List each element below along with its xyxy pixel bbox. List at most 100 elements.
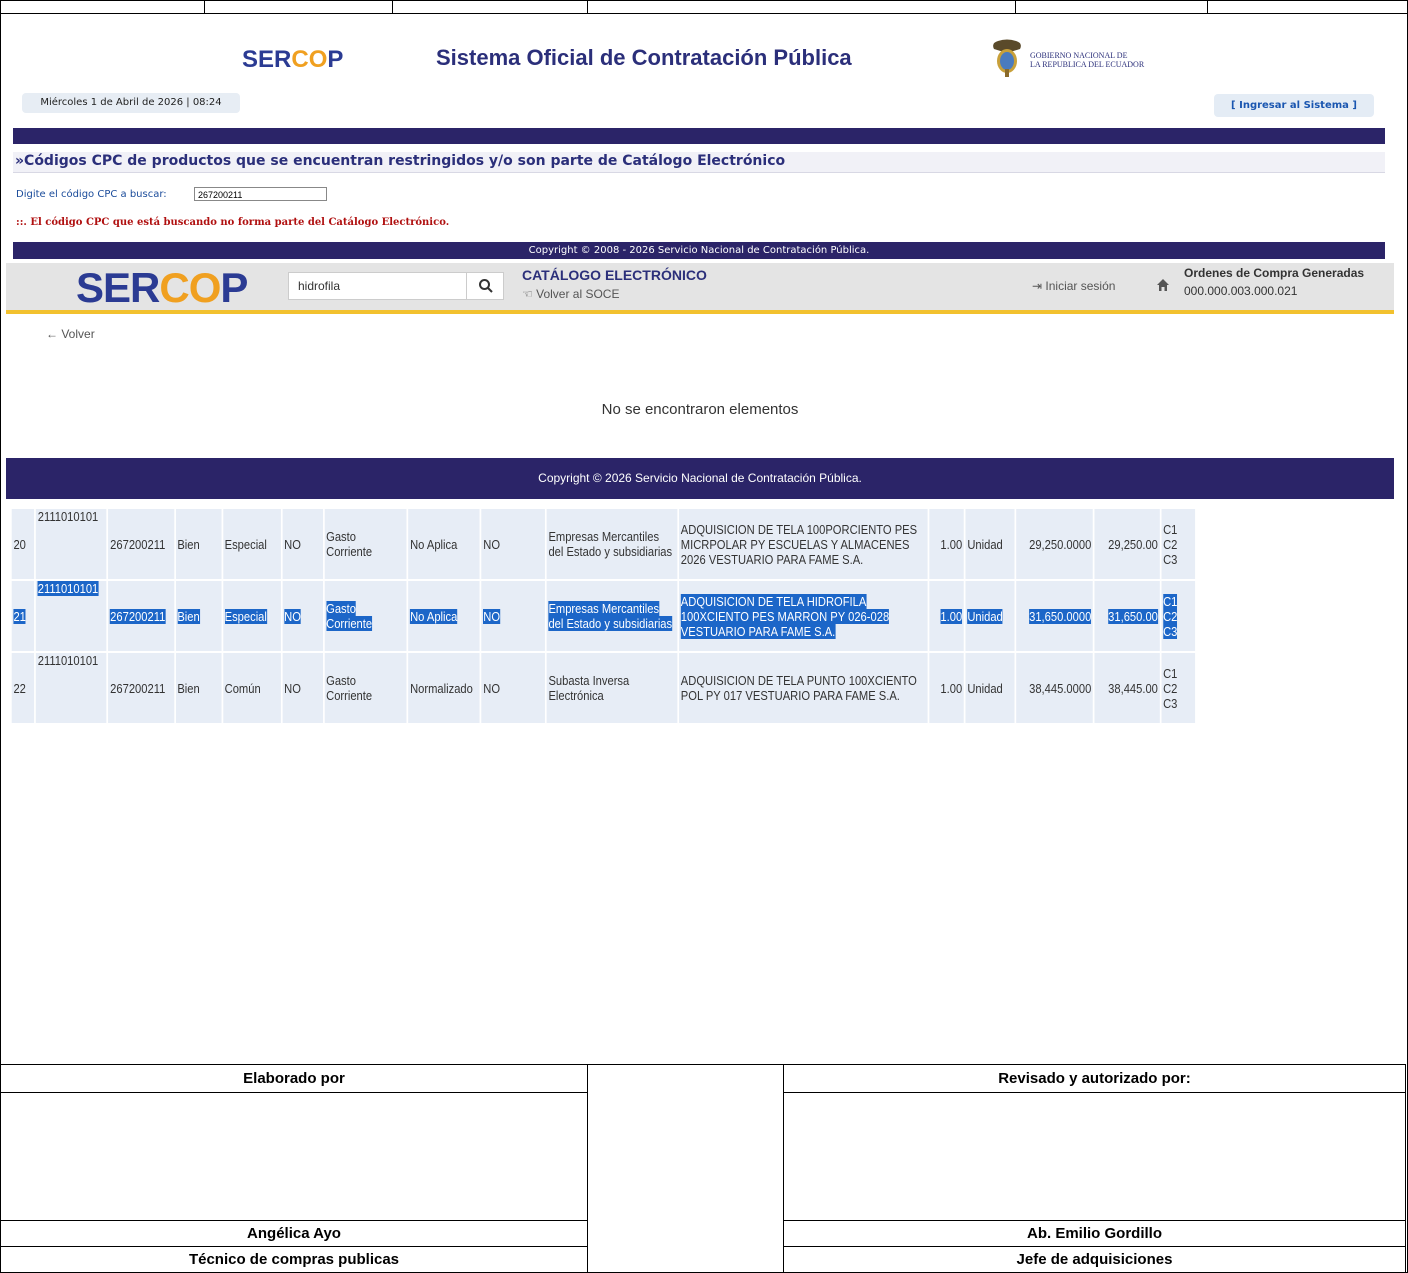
government-line: GOBIERNO NACIONAL DE xyxy=(1030,51,1128,60)
cell-pu: 31,650.0000 xyxy=(1015,581,1094,651)
cell-text: 2111010101 xyxy=(37,653,99,668)
hand-icon: ☜ xyxy=(522,287,533,301)
cell-text: Común xyxy=(224,680,261,696)
approved-role: Jefe de adquisiciones xyxy=(783,1246,1406,1273)
cell-reg: Común xyxy=(222,653,281,723)
cell-proc: Empresas Mercantiles del Estado y subsid… xyxy=(546,581,678,651)
cell-cpc: 267200211 xyxy=(108,509,174,579)
table-cutoff xyxy=(10,728,1390,736)
cell-norm: No Aplica xyxy=(408,509,480,579)
cell-text: Bien xyxy=(177,608,200,624)
cell-text: Especial xyxy=(224,536,267,552)
catalog-footer: Copyright © 2026 Servicio Nacional de Co… xyxy=(6,458,1394,499)
cell-text: 38,445.0000 xyxy=(1029,680,1092,696)
cell-gasto: Gasto Corriente xyxy=(324,509,407,579)
cpc-search-input[interactable]: 267200211 xyxy=(194,187,327,201)
cell-pu: 29,250.0000 xyxy=(1015,509,1094,579)
cell-text: C1 C2 C3 xyxy=(1163,593,1178,639)
logo-part: SER xyxy=(76,264,160,311)
cell-f1: NO xyxy=(282,581,323,651)
cell-f2: NO xyxy=(481,581,546,651)
cell-text: NO xyxy=(483,680,501,696)
government-label: GOBIERNO NACIONAL DE LA REPUBLICA DEL ECU… xyxy=(1030,51,1144,69)
logo-part: CO xyxy=(291,46,328,73)
current-date: Miércoles 1 de Abril de 2026 | 08:24 xyxy=(22,93,240,113)
cell-text: Gasto Corriente xyxy=(326,601,373,631)
cell-c: C1 C2 C3 xyxy=(1161,509,1196,579)
cell-text: Subasta Inversa Electrónica xyxy=(548,673,630,703)
government-line: LA REPUBLICA DEL ECUADOR xyxy=(1030,60,1145,69)
cell-text: Normalizado xyxy=(410,680,473,696)
cell-text: 31,650.00 xyxy=(1108,608,1158,624)
cell-text: C1 C2 C3 xyxy=(1163,521,1178,567)
cell-desc: ADQUISICION DE TELA HIDROFILA 100XCIENTO… xyxy=(679,581,928,651)
cell-f1: NO xyxy=(282,653,323,723)
table-row[interactable]: 22 2111010101 267200211 Bien Común NO Gasto Co… xyxy=(11,653,1196,723)
cell-f1: NO xyxy=(282,509,323,579)
orders-title: Ordenes de Compra Generadas xyxy=(1184,266,1365,280)
cell-desc: ADQUISICION DE TELA 100PORCIENTO PES MIC… xyxy=(679,509,928,579)
cell-text: 38,445.00 xyxy=(1108,680,1158,696)
cell-text: 1.00 xyxy=(940,680,963,696)
cell-text: Bien xyxy=(177,680,200,696)
table-row[interactable]: 20 2111010101 267200211 Bien Especial NO Gasto… xyxy=(11,509,1196,579)
catalog-title: CATÁLOGO ELECTRÓNICO xyxy=(522,267,707,283)
cpc-result-message: ::. El código CPC que está buscando no f… xyxy=(16,217,450,228)
cell-total: 31,650.00 xyxy=(1094,581,1160,651)
sign-in-icon: ⇥ xyxy=(1032,279,1043,293)
page-title: Sistema Oficial de Contratación Pública xyxy=(436,45,852,70)
cell-f2: NO xyxy=(481,509,546,579)
cell-text: ADQUISICION DE TELA 100PORCIENTO PES MIC… xyxy=(680,521,918,567)
back-label: Volver xyxy=(61,327,95,341)
cell-n: 21 xyxy=(11,581,35,651)
cell-reg: Especial xyxy=(222,581,281,651)
approved-by-header: Revisado y autorizado por: xyxy=(783,1064,1406,1093)
cell-text: Especial xyxy=(224,608,267,624)
home-icon[interactable] xyxy=(1156,278,1170,292)
cell-text: Unidad xyxy=(967,608,1003,624)
cell-text: C1 C2 C3 xyxy=(1163,665,1178,711)
cell-text: 267200211 xyxy=(110,680,166,696)
empty-results-message: No se encontraron elementos xyxy=(601,401,799,418)
cell-text: Unidad xyxy=(967,680,1003,696)
cell-text: 21 xyxy=(13,608,26,624)
cell-cant: 1.00 xyxy=(929,581,964,651)
results-table: 20 2111010101 267200211 Bien Especial NO Gasto… xyxy=(10,507,1197,725)
logo-part: P xyxy=(220,264,248,311)
prepared-by-header: Elaborado por xyxy=(0,1064,588,1093)
cell-gasto: Gasto Corriente xyxy=(324,581,407,651)
sign-in-link[interactable]: ⇥ Iniciar sesión xyxy=(1032,279,1115,293)
cell-text: NO xyxy=(483,536,501,552)
header-bar xyxy=(13,128,1385,144)
cpc-search-label: Digite el código CPC a buscar: xyxy=(16,189,167,200)
cell-text: 1.00 xyxy=(940,536,963,552)
cell-c: C1 C2 C3 xyxy=(1161,653,1196,723)
catalog-search-input[interactable]: hidrofila xyxy=(298,279,340,293)
divider xyxy=(204,0,205,13)
cell-text: No Aplica xyxy=(410,536,458,552)
cell-reg: Especial xyxy=(222,509,281,579)
divider xyxy=(392,0,393,13)
catalog-sercop-logo[interactable]: SERCOP xyxy=(76,264,248,312)
search-icon[interactable] xyxy=(478,278,494,294)
cell-text: ADQUISICION DE TELA PUNTO 100XCIENTO POL… xyxy=(680,673,917,703)
cell-pu: 38,445.0000 xyxy=(1015,653,1094,723)
cell-unidad: Unidad xyxy=(965,509,1015,579)
cell-text: 2111010101 xyxy=(37,581,99,596)
back-link[interactable]: ← Volver xyxy=(46,327,95,341)
cell-tipo: Bien xyxy=(175,653,222,723)
prepared-role: Técnico de compras publicas xyxy=(0,1246,588,1273)
back-to-soce-link[interactable]: ☜ Volver al SOCE xyxy=(522,287,619,301)
cell-text: Empresas Mercantiles del Estado y subsid… xyxy=(548,601,673,631)
approved-name: Ab. Emilio Gordillo xyxy=(783,1220,1406,1247)
approved-signature-space xyxy=(783,1092,1406,1221)
cell-text: 1.00 xyxy=(940,608,963,624)
table-row[interactable]: 21 2111010101 267200211 Bien Especial NO Gasto… xyxy=(11,581,1196,651)
orders-count: 000.000.003.000.021 xyxy=(1184,284,1298,298)
logo-part: SER xyxy=(242,46,292,73)
cell-text: NO xyxy=(284,536,301,552)
divider xyxy=(587,0,588,13)
cpc-section-heading: »Códigos CPC de productos que se encuent… xyxy=(13,152,1385,173)
login-link[interactable]: [ Ingresar al Sistema ] xyxy=(1214,94,1374,117)
cell-text: 267200211 xyxy=(110,536,166,552)
